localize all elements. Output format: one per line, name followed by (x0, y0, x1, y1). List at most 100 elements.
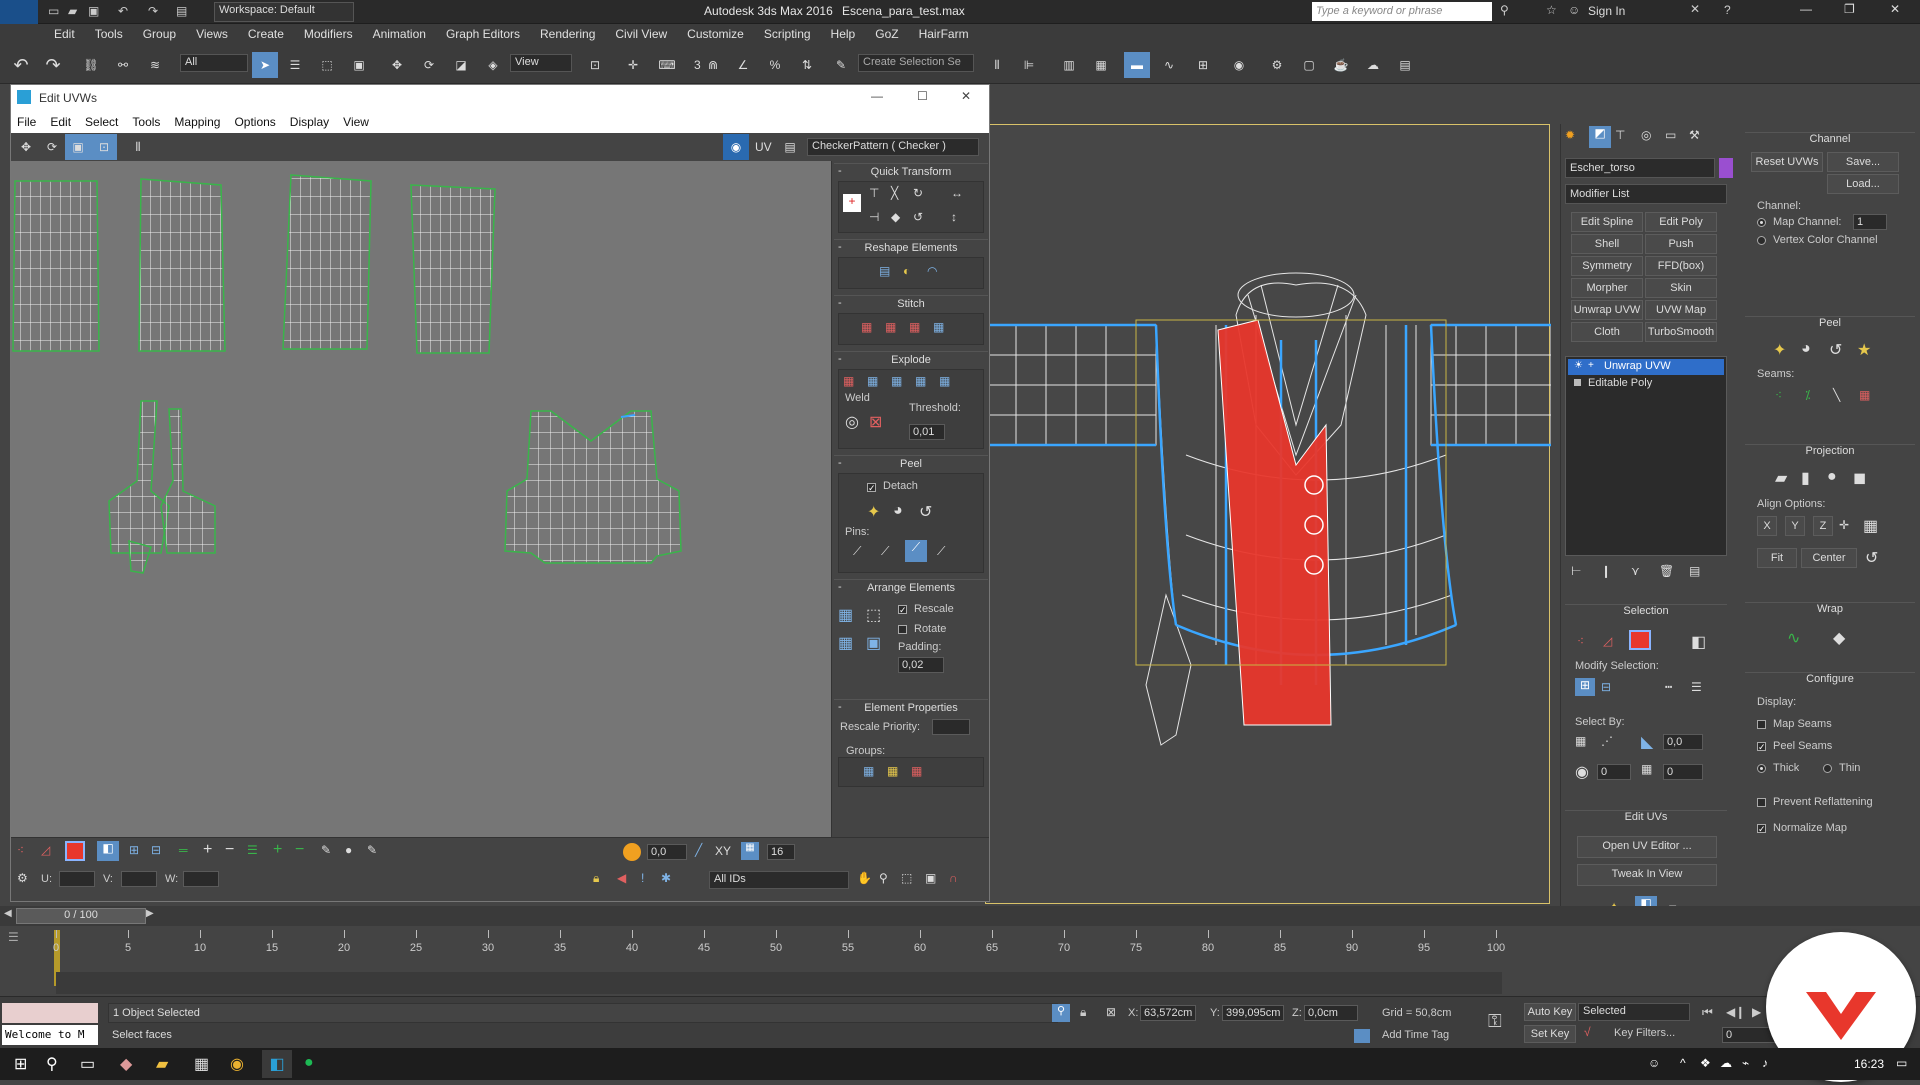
search-field[interactable]: Type a keyword or phrase (1312, 2, 1492, 21)
uvw-menu-select[interactable]: Select (79, 111, 126, 129)
map-channel-input[interactable]: 1 (1853, 214, 1887, 230)
xy-label[interactable]: XY (715, 844, 731, 858)
configure-rollout-header[interactable]: Configure (1745, 672, 1915, 688)
align-to-view-icon[interactable]: ▦ (1863, 516, 1878, 536)
shrink-selection-icon[interactable]: ⊟ (151, 843, 161, 857)
modifier-ffd-box-button[interactable]: FFD(box) (1645, 256, 1717, 276)
pack-settings-icon[interactable]: ▣ (866, 633, 881, 653)
align-x-button[interactable]: X (1757, 516, 1777, 536)
break-icon[interactable]: ▦ (843, 374, 854, 388)
seams-to-edge-sel-icon[interactable]: ▦ (1859, 388, 1870, 402)
schematic-view-icon[interactable]: ⊞ (1190, 52, 1216, 78)
stitch-custom-icon[interactable]: ▦ (933, 320, 944, 334)
render-production-icon[interactable]: ☕ (1328, 52, 1354, 78)
curve-editor-icon[interactable]: ∿ (1156, 52, 1182, 78)
save-button[interactable]: Save... (1827, 152, 1899, 172)
onedrive-icon[interactable]: ☁ (1720, 1056, 1732, 1070)
material-ids-dropdown[interactable]: All IDs (709, 871, 849, 889)
new-icon[interactable]: ▭ (48, 4, 59, 18)
play-icon[interactable]: ▶ (1752, 1005, 1761, 1019)
z-coordinate-field[interactable]: 0,0cm (1304, 1005, 1358, 1021)
vertex-color-radio[interactable] (1757, 236, 1766, 245)
texture-list-icon[interactable]: ▤ (777, 134, 803, 160)
detach-checkbox[interactable]: ✓ (867, 483, 876, 493)
time-slider-thumb[interactable]: 0 / 100 (16, 908, 146, 924)
element-select-icon[interactable]: ◧ (1691, 632, 1706, 652)
set-key-button[interactable]: Set Key (1524, 1025, 1576, 1043)
uv-editor-canvas[interactable] (11, 161, 831, 837)
create-tab-icon[interactable]: ✹ (1565, 128, 1575, 142)
utilities-tab-icon[interactable]: ⚒ (1689, 128, 1700, 142)
open-icon[interactable]: ▰ (68, 4, 77, 18)
key-filters-button[interactable]: Key Filters... (1614, 1027, 1675, 1039)
shrink-icon[interactable]: ⊟ (1601, 680, 1611, 694)
u-input[interactable] (59, 871, 95, 887)
modifier-uvw-map-button[interactable]: UVW Map (1645, 300, 1717, 320)
save-icon[interactable]: ▣ (88, 4, 99, 18)
w-input[interactable] (183, 871, 219, 887)
quick-peel-icon[interactable]: ✦ (1773, 340, 1786, 360)
select-by-name-icon[interactable]: ☰ (282, 52, 308, 78)
freeform-icon[interactable]: ⊡ (91, 134, 117, 160)
clock[interactable]: 16:23 (1854, 1057, 1884, 1071)
modifier-list-dropdown[interactable]: Modifier List (1565, 184, 1727, 204)
menu-animation[interactable]: Animation (363, 24, 436, 41)
scale-icon[interactable]: ▣ (65, 134, 91, 160)
open-uv-editor-button[interactable]: Open UV Editor ... (1577, 836, 1717, 858)
relax-icon[interactable]: ◐ (903, 264, 910, 278)
redo-icon[interactable]: ↷ (148, 4, 158, 18)
uvw-menu-mapping[interactable]: Mapping (168, 111, 228, 129)
3dsmax-taskbar-icon[interactable]: ◧ (262, 1050, 292, 1078)
key-mode-dropdown[interactable]: Selected (1578, 1003, 1690, 1021)
x-coordinate-field[interactable]: 63,572cm (1140, 1005, 1196, 1021)
start-icon[interactable]: ⊞ (14, 1054, 27, 1074)
normalize-map-checkbox[interactable]: ✓ (1757, 824, 1766, 834)
remove-modifier-icon[interactable]: 🗑︎ (1659, 564, 1674, 578)
mirror-icon[interactable]: ⫴ (125, 134, 151, 160)
checker-toggle-icon[interactable]: ◉ (723, 134, 749, 160)
menu-group[interactable]: Group (133, 24, 186, 41)
close-icon[interactable]: ✕ (1890, 2, 1900, 16)
rotate-ccw-icon[interactable]: ↺ (913, 210, 923, 224)
point-to-point-seams-icon[interactable]: ⁒ (1805, 388, 1810, 402)
menu-civil-view[interactable]: Civil View (605, 24, 677, 41)
move-icon[interactable]: ✥ (384, 52, 410, 78)
rotate-cw-icon[interactable]: ↻ (913, 186, 923, 200)
soft-selection-value[interactable]: 0,0 (647, 844, 687, 860)
ring-icon[interactable]: ☰ (247, 843, 258, 857)
vertex-mode-icon[interactable]: ⁖ (17, 843, 24, 857)
render-a360-icon[interactable]: ▤ (1392, 52, 1418, 78)
ungroup-icon[interactable]: ▦ (887, 764, 898, 778)
select-angle-input[interactable]: 0,0 (1663, 734, 1703, 750)
filter-selected-icon[interactable]: ✱ (661, 871, 671, 885)
menu-scripting[interactable]: Scripting (754, 24, 821, 41)
rescale-checkbox[interactable]: ✓ (898, 605, 907, 615)
plus-icon[interactable]: + (203, 841, 212, 859)
paint-shrink-icon[interactable]: ✎ (367, 843, 377, 857)
checker-pattern-dropdown[interactable]: CheckerPattern ( Checker ) (807, 138, 979, 156)
align-center-icon[interactable]: ⊣ (869, 210, 879, 224)
freeze-icon[interactable]: ! (641, 871, 644, 885)
modifier-edit-poly-button[interactable]: Edit Poly (1645, 212, 1717, 232)
flatten-by-polygon-icon[interactable]: ▦ (915, 374, 926, 388)
menu-help[interactable]: Help (821, 24, 866, 41)
grid-size-value[interactable]: 16 (767, 844, 795, 860)
tweak-in-view-button[interactable]: Tweak In View (1577, 864, 1717, 886)
projection-rollout-header[interactable]: Projection (1745, 444, 1915, 460)
relax-settings-icon[interactable]: ◠ (927, 264, 937, 278)
tray-arrow-icon[interactable]: ^ (1680, 1056, 1686, 1070)
stitch-source-icon[interactable]: ▦ (861, 320, 872, 334)
modifier-skin-button[interactable]: Skin (1645, 278, 1717, 298)
modify-tab-icon[interactable]: ◩ (1589, 126, 1611, 148)
place-icon[interactable]: ◈ (480, 52, 506, 78)
thick-radio[interactable] (1757, 764, 1766, 773)
pin-icon[interactable]: ⟋ (853, 544, 861, 559)
unfold-map-icon[interactable]: ◆ (1833, 628, 1845, 648)
reference-coord-dropdown[interactable]: View (510, 54, 572, 72)
next-frame-icon[interactable]: ▶ (146, 908, 154, 919)
motion-tab-icon[interactable]: ◎ (1641, 128, 1651, 142)
rect-selection-icon[interactable]: ⬚ (314, 52, 340, 78)
select-by-element-icon[interactable]: ▦ (1575, 734, 1586, 748)
threshold-input[interactable]: 0,01 (909, 424, 945, 440)
select-smoothing-icon[interactable]: ▦ (1641, 762, 1652, 776)
